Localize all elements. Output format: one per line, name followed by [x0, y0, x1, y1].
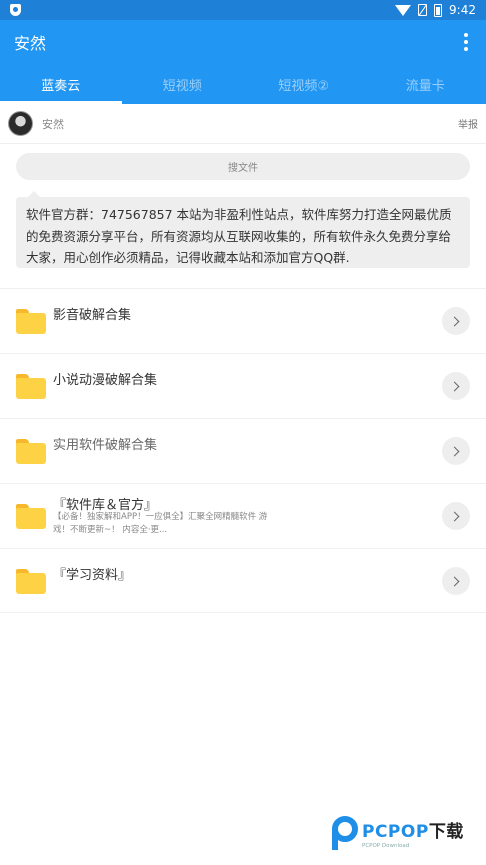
- notice-bubble: 软件官方群：747567857 本站为非盈利性站点，软件库努力打造全网最优质的免…: [16, 191, 470, 268]
- app-title: 安然: [14, 34, 47, 53]
- list-item[interactable]: 实用软件破解合集: [0, 418, 486, 483]
- folder-title: 『学习资料』: [53, 568, 132, 583]
- folder-icon: [16, 569, 46, 594]
- folder-icon: [16, 504, 46, 529]
- username: 安然: [42, 117, 64, 131]
- watermark-subtitle: PCPOP Download: [362, 843, 410, 849]
- avatar[interactable]: [8, 111, 33, 136]
- tab-short-video[interactable]: 短视频: [122, 64, 244, 104]
- folder-title: 实用软件破解合集: [53, 438, 158, 453]
- app-bar: 安然: [0, 20, 486, 64]
- chevron-right-icon[interactable]: [442, 307, 470, 335]
- folder-icon: [16, 374, 46, 399]
- status-time: 9:42: [449, 3, 476, 17]
- chevron-right-icon[interactable]: [442, 567, 470, 595]
- battery-icon: [434, 3, 443, 17]
- pcpop-logo-icon: [328, 816, 358, 850]
- report-link[interactable]: 举报: [458, 116, 478, 131]
- tab-short-video-2[interactable]: 短视频②: [243, 64, 365, 104]
- tab-lanzouyun[interactable]: 蓝奏云: [0, 64, 122, 104]
- chevron-right-icon[interactable]: [442, 502, 470, 530]
- chevron-right-icon[interactable]: [442, 437, 470, 465]
- no-sim-icon: [418, 4, 428, 16]
- folder-list: 影音破解合集 小说动漫破解合集 实用软件破解合集 『软件库＆官方』 【必备！独家…: [0, 288, 486, 613]
- watermark-logo: PCPOP下载 PCPOP Download: [328, 813, 476, 853]
- list-item[interactable]: 『学习资料』: [0, 548, 486, 613]
- list-item[interactable]: 影音破解合集: [0, 288, 486, 353]
- watermark-brand-suffix: 下载: [428, 822, 464, 842]
- tab-bar: 蓝奏云 短视频 短视频② 流量卡: [0, 64, 486, 104]
- status-bar: 9:42: [0, 0, 486, 20]
- folder-icon: [16, 309, 46, 334]
- tab-data-card[interactable]: 流量卡: [365, 64, 486, 104]
- more-options-icon[interactable]: [460, 29, 472, 55]
- folder-title: 影音破解合集: [53, 308, 132, 323]
- wifi-icon: [395, 4, 412, 16]
- list-item[interactable]: 『软件库＆官方』 【必备！独家解和APP！一应俱全】汇聚全网精髓软件 游戏！不断…: [0, 483, 486, 548]
- folder-title: 小说动漫破解合集: [53, 373, 158, 388]
- list-item[interactable]: 小说动漫破解合集: [0, 353, 486, 418]
- shield-icon: [10, 4, 21, 16]
- search-input[interactable]: 搜文件: [16, 153, 470, 180]
- watermark-brand: PCPOP: [362, 822, 429, 842]
- folder-icon: [16, 439, 46, 464]
- folder-description: 【必备！独家解和APP！一应俱全】汇聚全网精髓软件 游戏！不断更新~！ 内容全·…: [53, 512, 268, 535]
- chevron-right-icon[interactable]: [442, 372, 470, 400]
- user-row: 安然 举报: [0, 104, 486, 144]
